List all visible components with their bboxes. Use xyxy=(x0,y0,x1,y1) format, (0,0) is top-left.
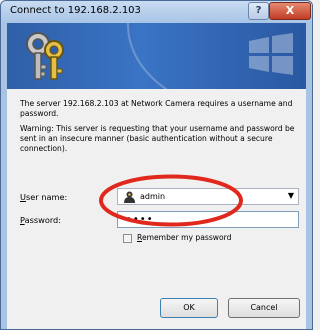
dialog-body: The server 192.168.2.103 at Network Came… xyxy=(7,23,306,329)
windows-logo-icon xyxy=(249,33,293,75)
remember-password-label[interactable]: Remember my password xyxy=(137,233,231,242)
highlight-ellipse-annotation xyxy=(99,174,243,227)
username-label: User name: xyxy=(20,192,67,202)
security-warning: Warning: This server is requesting that … xyxy=(20,124,295,153)
password-label-text: assword: xyxy=(24,215,62,225)
keys-icon xyxy=(26,32,64,80)
help-button[interactable]: ? xyxy=(248,2,269,20)
login-dialog-window: Connect to 192.168.2.103 ? X The server … xyxy=(0,0,313,330)
close-button[interactable]: X xyxy=(269,2,311,20)
ok-button[interactable]: OK xyxy=(160,298,218,318)
title-bar[interactable]: Connect to 192.168.2.103 ? X xyxy=(1,1,312,23)
remember-text: emember my password xyxy=(141,233,232,242)
dialog-banner xyxy=(7,23,306,89)
dropdown-arrow-icon[interactable]: ▼ xyxy=(288,191,294,200)
remember-password-checkbox[interactable] xyxy=(123,234,132,243)
highlight-ellipse xyxy=(99,174,243,227)
username-label-text: ser name: xyxy=(26,192,68,202)
server-message: The server 192.168.2.103 at Network Came… xyxy=(20,99,293,118)
cancel-button[interactable]: Cancel xyxy=(228,298,300,318)
dialog-title: Connect to 192.168.2.103 xyxy=(10,5,141,16)
password-label: Password: xyxy=(20,215,61,225)
